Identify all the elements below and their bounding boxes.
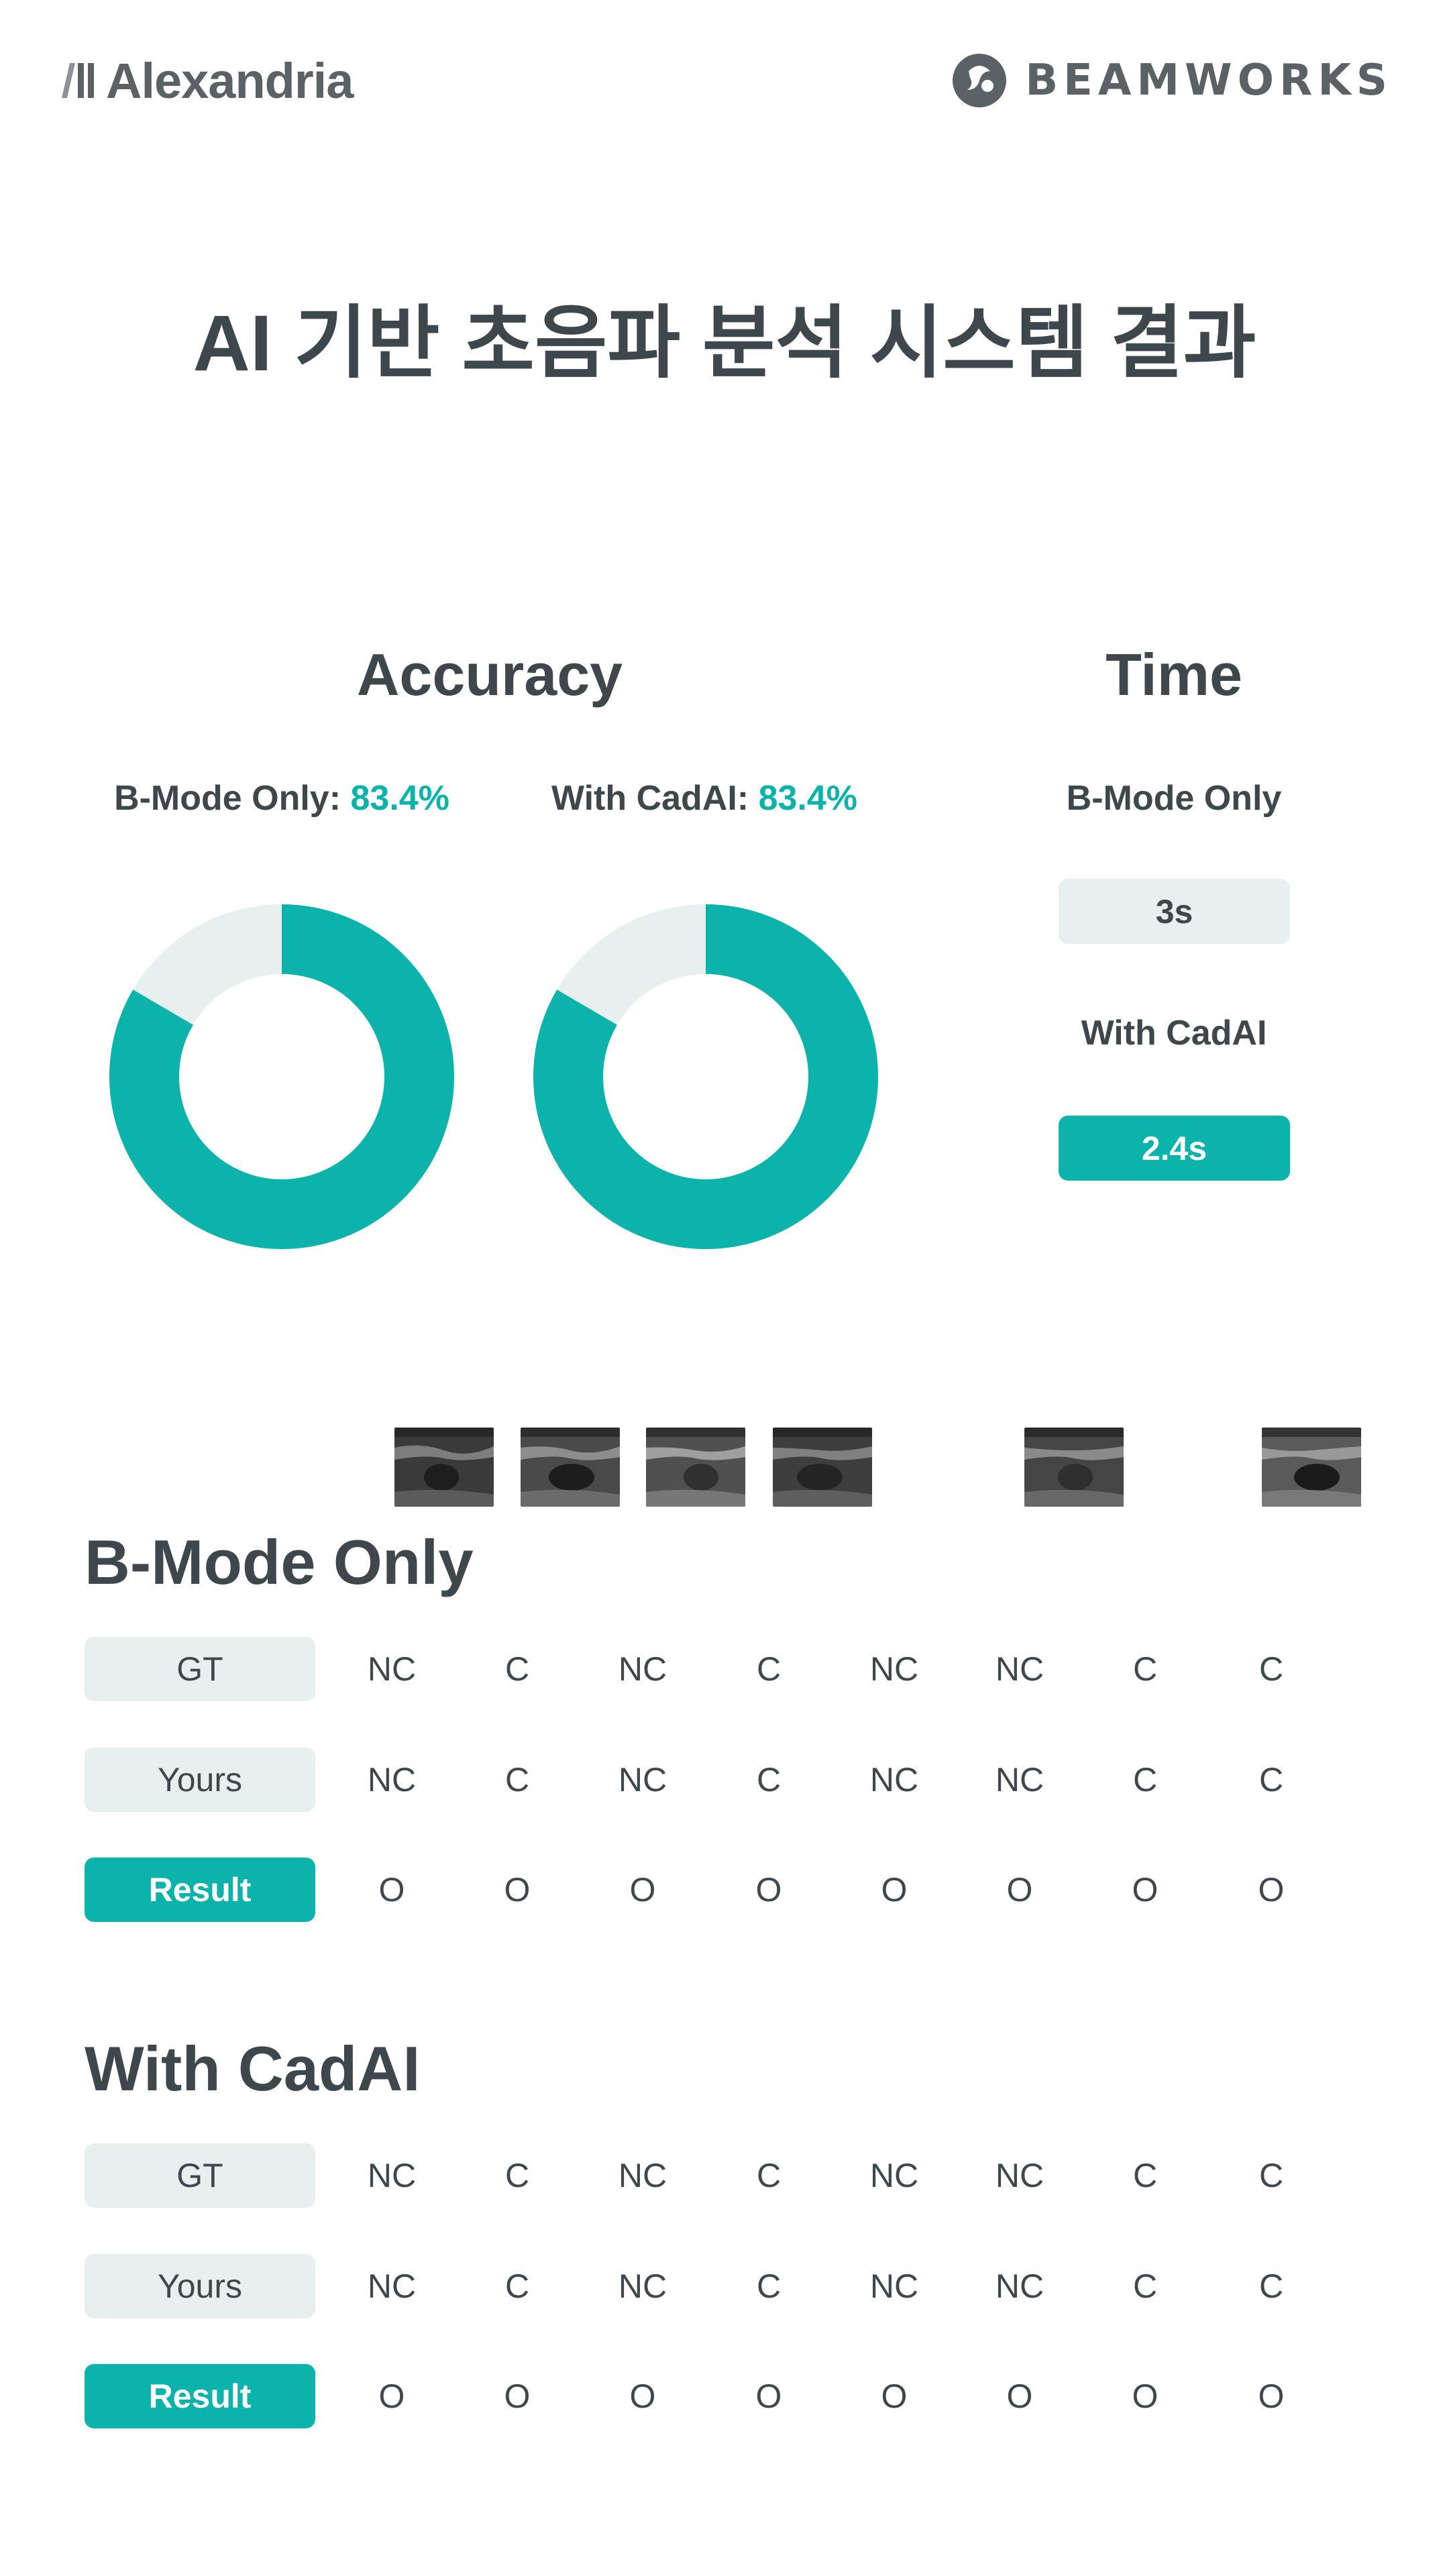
ultrasound-thumbnail [394, 1428, 494, 1507]
time-value-cadai: 2.4s [1059, 1116, 1290, 1181]
table-cell: O [881, 2377, 908, 2415]
row-label-yours: Yours [85, 2254, 315, 2318]
row-label-gt: GT [85, 1637, 315, 1701]
accuracy-heading: Accuracy [356, 641, 623, 708]
table-cell: C [756, 1761, 782, 1799]
table-cell: O [1258, 1871, 1285, 1909]
table-cell: NC [995, 1650, 1044, 1688]
table-cell: NC [869, 2157, 919, 2194]
table-cell: C [1258, 1761, 1284, 1799]
table-cell: NC [995, 1761, 1044, 1799]
ultrasound-thumbnail [1262, 1428, 1361, 1507]
table-cell: O [504, 1871, 531, 1909]
page-title: AI 기반 초음파 분석 시스템 결과 [193, 299, 1256, 388]
table-cell: O [378, 1871, 405, 1909]
beamworks-logo: Beamworks [950, 47, 1393, 114]
table-cell: NC [618, 1650, 667, 1688]
table-cell: C [1132, 1650, 1158, 1688]
accuracy-value: 83.4% [350, 779, 449, 818]
table-cell: O [1132, 2377, 1159, 2415]
table-cell: NC [869, 1650, 919, 1688]
ultrasound-thumbnail [773, 1428, 872, 1507]
accuracy-donut-cadai [533, 904, 878, 1249]
table-cell: C [1258, 2267, 1284, 2305]
table-cell: C [756, 2157, 782, 2194]
accuracy-label-text: B-Mode Only: [114, 779, 351, 818]
alexandria-mark-icon [62, 63, 94, 98]
accuracy-label-cadai: With CadAI: 83.4% [490, 778, 919, 818]
alexandria-brand-name: Alexandria [106, 52, 354, 109]
ultrasound-image [646, 1428, 745, 1507]
beamworks-mark-icon [953, 54, 1007, 107]
table-title: B-Mode Only [85, 1527, 474, 1597]
table-cell: O [1006, 2377, 1033, 2415]
table-cell: NC [367, 2267, 417, 2305]
table-cell: NC [367, 2157, 417, 2194]
row-label-gt: GT [85, 2143, 315, 2208]
ultrasound-image [1024, 1428, 1124, 1507]
table-cell: NC [618, 2267, 667, 2305]
alexandria-logo: Alexandria [60, 50, 354, 111]
table-cell: C [504, 1650, 530, 1688]
accuracy-donut-bmode [109, 904, 454, 1249]
table-cell: O [1258, 2377, 1285, 2415]
time-heading: Time [1106, 641, 1242, 708]
ultrasound-thumbnail [1024, 1428, 1124, 1507]
row-label-result: Result [85, 1858, 315, 1922]
table-cell: O [504, 2377, 531, 2415]
table-cell: C [504, 1761, 530, 1799]
table-cell: C [504, 2267, 530, 2305]
time-value-bmode: 3s [1059, 879, 1290, 944]
ultrasound-image [521, 1428, 620, 1507]
table-cell: C [1132, 1761, 1158, 1799]
table-cell: C [756, 2267, 782, 2305]
table-cell: O [881, 1871, 908, 1909]
table-cell: C [1132, 2267, 1158, 2305]
table-cell: NC [618, 2157, 667, 2194]
row-label-yours: Yours [85, 1748, 315, 1812]
time-label-bmode: B-Mode Only [1066, 779, 1282, 818]
table-cell: NC [869, 1761, 919, 1799]
table-cell: C [1132, 2157, 1158, 2194]
table-cell: C [756, 1650, 782, 1688]
table-cell: NC [367, 1761, 417, 1799]
table-cell: NC [367, 1650, 417, 1688]
ultrasound-image [1262, 1428, 1361, 1507]
ultrasound-thumbnail [646, 1428, 745, 1507]
accuracy-label-text: With CadAI: [551, 779, 759, 818]
accuracy-value: 83.4% [758, 779, 858, 818]
ultrasound-image [773, 1428, 872, 1507]
ultrasound-thumbnail [521, 1428, 620, 1507]
table-cell: O [1006, 1871, 1033, 1909]
accuracy-label-bmode: B-Mode Only: 83.4% [67, 778, 496, 818]
row-label-result: Result [85, 2364, 315, 2428]
table-cell: O [1132, 1871, 1159, 1909]
table-cell: C [1258, 2157, 1284, 2194]
table-cell: O [755, 1871, 782, 1909]
table-cell: NC [869, 2267, 919, 2305]
ultrasound-image [394, 1428, 494, 1507]
table-cell: NC [995, 2267, 1044, 2305]
table-cell: NC [995, 2157, 1044, 2194]
table-title: With CadAI [85, 2033, 421, 2104]
table-cell: NC [618, 1761, 667, 1799]
table-cell: C [1258, 1650, 1284, 1688]
table-cell: O [755, 2377, 782, 2415]
time-label-cadai: With CadAI [1081, 1014, 1267, 1053]
table-cell: O [629, 2377, 656, 2415]
table-cell: O [629, 1871, 656, 1909]
beamworks-brand-name: Beamworks [1025, 56, 1393, 105]
table-cell: O [378, 2377, 405, 2415]
table-cell: C [504, 2157, 530, 2194]
